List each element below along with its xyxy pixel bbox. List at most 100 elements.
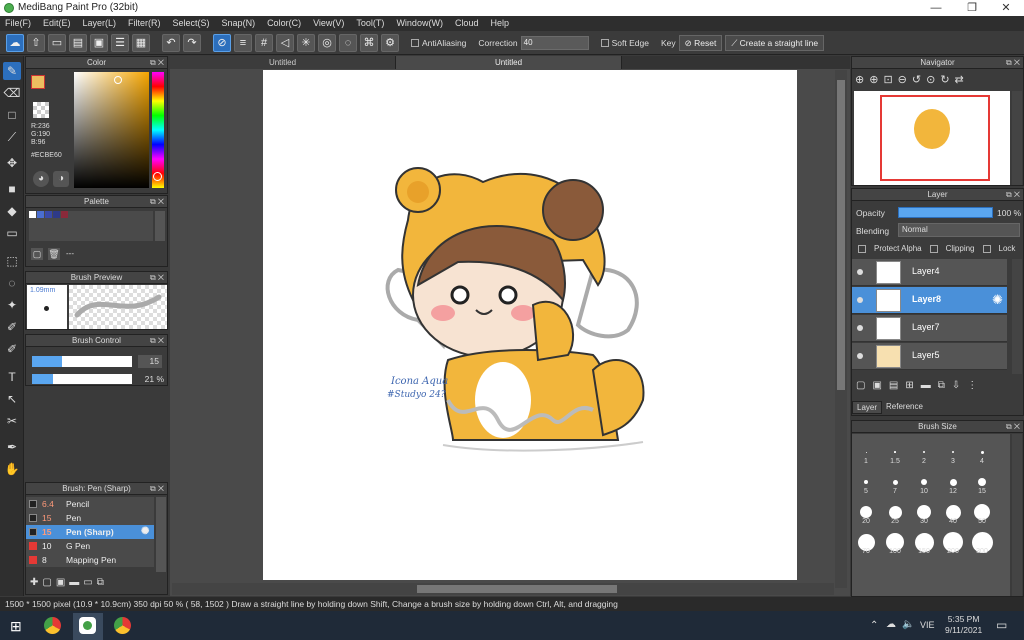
brush-item-g-pen[interactable]: 10 G Pen [26,539,154,553]
text-icon[interactable]: T [3,368,21,386]
menu-cloud[interactable]: Cloud [455,16,479,31]
panel-controls-icon[interactable]: ⧉ ✕ [1006,421,1020,433]
layer-row[interactable]: Layer7 [852,315,1007,342]
comment-icon[interactable]: ▭ [48,33,66,52]
clock[interactable]: 5:35 PM 9/11/2021 [945,614,982,636]
panel-controls-icon[interactable]: ⧉ ✕ [150,483,164,495]
antialiasing-checkbox[interactable] [411,38,419,47]
menu-select[interactable]: Select(S) [173,16,210,31]
rotate-reset-icon[interactable]: ⊙ [926,73,935,86]
brush-size-dot[interactable] [949,478,957,486]
saturation-value-square[interactable] [74,72,149,188]
layer-opacity-slider[interactable] [898,207,993,218]
brush-size-dot[interactable] [892,479,898,485]
notification-icon[interactable]: ▭ [996,618,1007,632]
menu-snap[interactable]: Snap(N) [222,16,256,31]
swatch[interactable] [53,211,60,218]
panel-controls-icon[interactable]: ⧉ ✕ [150,335,164,347]
snap-radial-icon[interactable]: ✳ [297,33,315,52]
folder-icon[interactable]: ▬ [69,577,79,588]
maximize-button[interactable]: ❐ [956,0,988,16]
operation-icon[interactable]: ↖ [3,390,21,408]
canvas-horizontal-scrollbar[interactable] [172,583,834,595]
panel-controls-icon[interactable]: ⧉ ✕ [1006,57,1020,69]
rectangle-icon[interactable]: □ [3,106,21,124]
brush-item-mapping-pen[interactable]: 8 Mapping Pen [26,553,154,567]
gradient-icon[interactable]: ▭ [3,224,21,242]
brush-size-dot[interactable] [865,451,867,453]
swatch[interactable] [29,211,36,218]
grid-icon[interactable]: ▦ [132,33,150,52]
delete-layer-icon[interactable]: ⋮ [967,380,977,391]
canvas-vertical-scrollbar[interactable] [835,70,847,588]
chrome-icon[interactable] [44,617,61,634]
brush-size-dot[interactable] [894,451,896,453]
new-layer-8bit-icon[interactable]: ▣ [872,380,881,391]
move-icon[interactable]: ✥ [3,154,21,172]
eyedropper-icon[interactable]: ✒ [3,438,21,456]
rotate-left-icon[interactable]: ↺ [912,73,921,86]
snap-3d-icon[interactable]: ⌘ [360,33,378,52]
new-brush-icon[interactable]: ▢ [42,577,51,588]
menu-help[interactable]: Help [490,16,509,31]
layer-row[interactable]: Layer4 [852,259,1007,286]
duplicate-icon[interactable]: ⧉ [97,577,104,588]
palette-icon[interactable]: ◕ [33,171,49,187]
tab-untitled-1[interactable]: Untitled [170,56,396,69]
folder-open-icon[interactable]: ▭ [83,577,92,588]
settings-icon[interactable]: ⚙ [381,33,399,52]
folder-icon[interactable]: ▬ [921,380,931,391]
layer-row[interactable]: Layer5 [852,343,1007,370]
layer-scrollbar[interactable] [1012,259,1022,374]
new-layer-1bit-icon[interactable]: ▤ [889,380,898,391]
tray-chevron-icon[interactable]: ⌃ [870,620,878,631]
protect-alpha-checkbox[interactable] [858,244,866,253]
brush-item-pencil[interactable]: 6.4 Pencil [26,497,154,511]
list-icon[interactable]: ☰ [111,33,129,52]
brush-size-dot[interactable] [860,506,872,518]
select-eraser-icon[interactable]: ✐ [3,340,21,358]
new-palette-icon[interactable]: ▢ [31,248,43,260]
minimize-button[interactable]: — [920,0,952,16]
layer-row-selected[interactable]: Layer8 ✺ [852,287,1007,314]
blending-select[interactable]: Normal [898,223,1020,237]
panel-controls-icon[interactable]: ⧉ ✕ [150,272,164,284]
zoom-fit-icon[interactable]: ⊕ [869,73,878,86]
panel-controls-icon[interactable]: ⧉ ✕ [1006,189,1020,201]
merge-layer-icon[interactable]: ⇩ [952,380,960,391]
eye-icon[interactable] [857,325,863,331]
chrome-icon-2[interactable] [114,617,131,634]
network-icon[interactable]: ☁ [886,619,896,630]
menu-filter[interactable]: Filter(R) [128,16,161,31]
snap-circle-icon[interactable]: ◎ [318,33,336,52]
windows-start-icon[interactable]: ⊞ [10,618,22,635]
brush-size-slider[interactable] [32,356,132,367]
menu-layer[interactable]: Layer(L) [83,16,117,31]
line-icon[interactable]: ⟋ [3,128,21,146]
brush-size-dot[interactable] [951,450,955,454]
palette-scrollbar[interactable] [155,211,165,241]
brush-size-dot[interactable] [978,478,986,486]
tab-untitled-2[interactable]: Untitled [396,56,622,69]
page-icon[interactable]: ▣ [90,33,108,52]
bucket-icon[interactable]: ◆ [3,202,21,220]
canvas-paper[interactable]: Icona Aqua #Studyo 24? [263,70,797,580]
snap-cross-icon[interactable]: # [255,33,273,52]
close-button[interactable]: ✕ [990,0,1022,16]
eraser-icon[interactable]: ⌫ [3,84,21,102]
redo-icon[interactable]: ↷ [183,33,201,52]
fit-window-icon[interactable]: ⊡ [883,73,892,86]
navigator-scrollbar[interactable] [1012,91,1022,185]
menu-tool[interactable]: Tool(T) [356,16,384,31]
menu-file[interactable]: File(F) [5,16,31,31]
delete-palette-icon[interactable]: 🗑 [48,248,60,260]
foreground-color-swatch[interactable] [31,75,45,89]
select-icon[interactable]: ⬚ [3,252,21,270]
menu-edit[interactable]: Edit(E) [43,16,71,31]
hue-slider[interactable] [152,72,164,188]
eye-icon[interactable] [857,297,863,303]
lock-checkbox[interactable] [982,244,991,253]
transparent-swatch[interactable] [33,102,49,118]
navigator-preview[interactable] [854,91,1010,185]
menu-color[interactable]: Color(C) [267,16,301,31]
